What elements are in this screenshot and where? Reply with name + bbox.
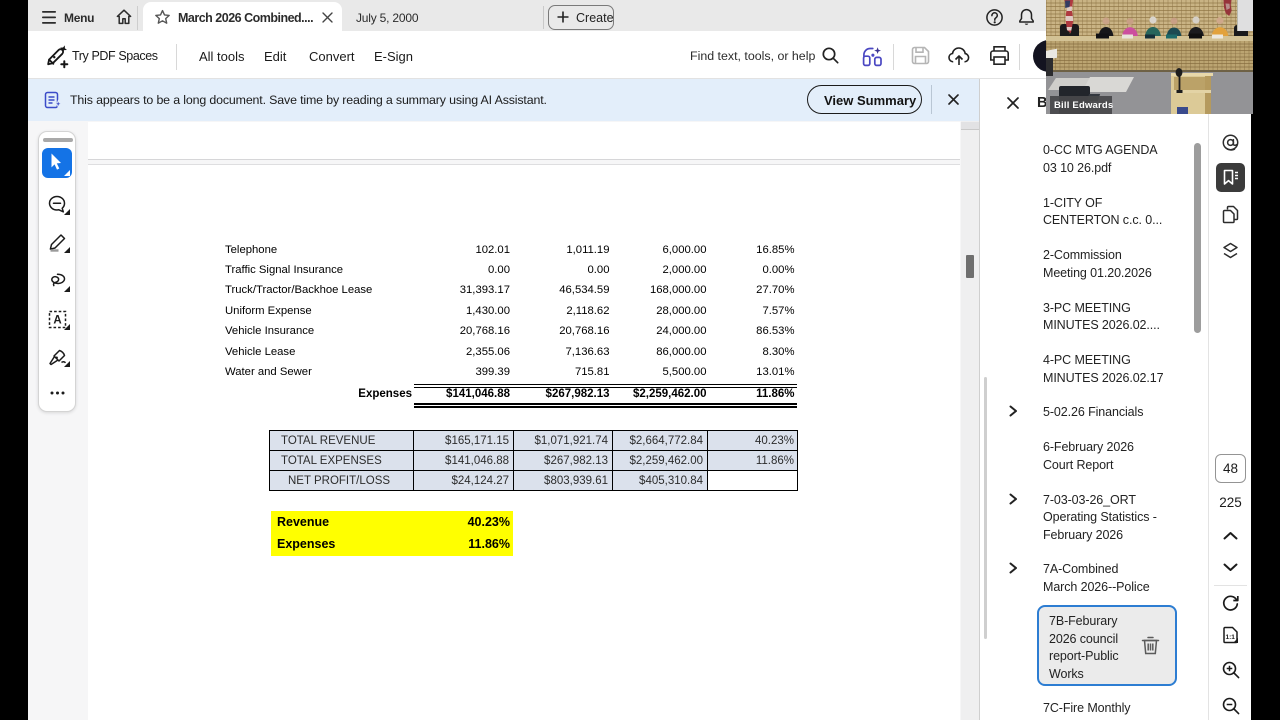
svg-text:A: A [53,315,61,327]
svg-text:1:1: 1:1 [1225,634,1235,641]
